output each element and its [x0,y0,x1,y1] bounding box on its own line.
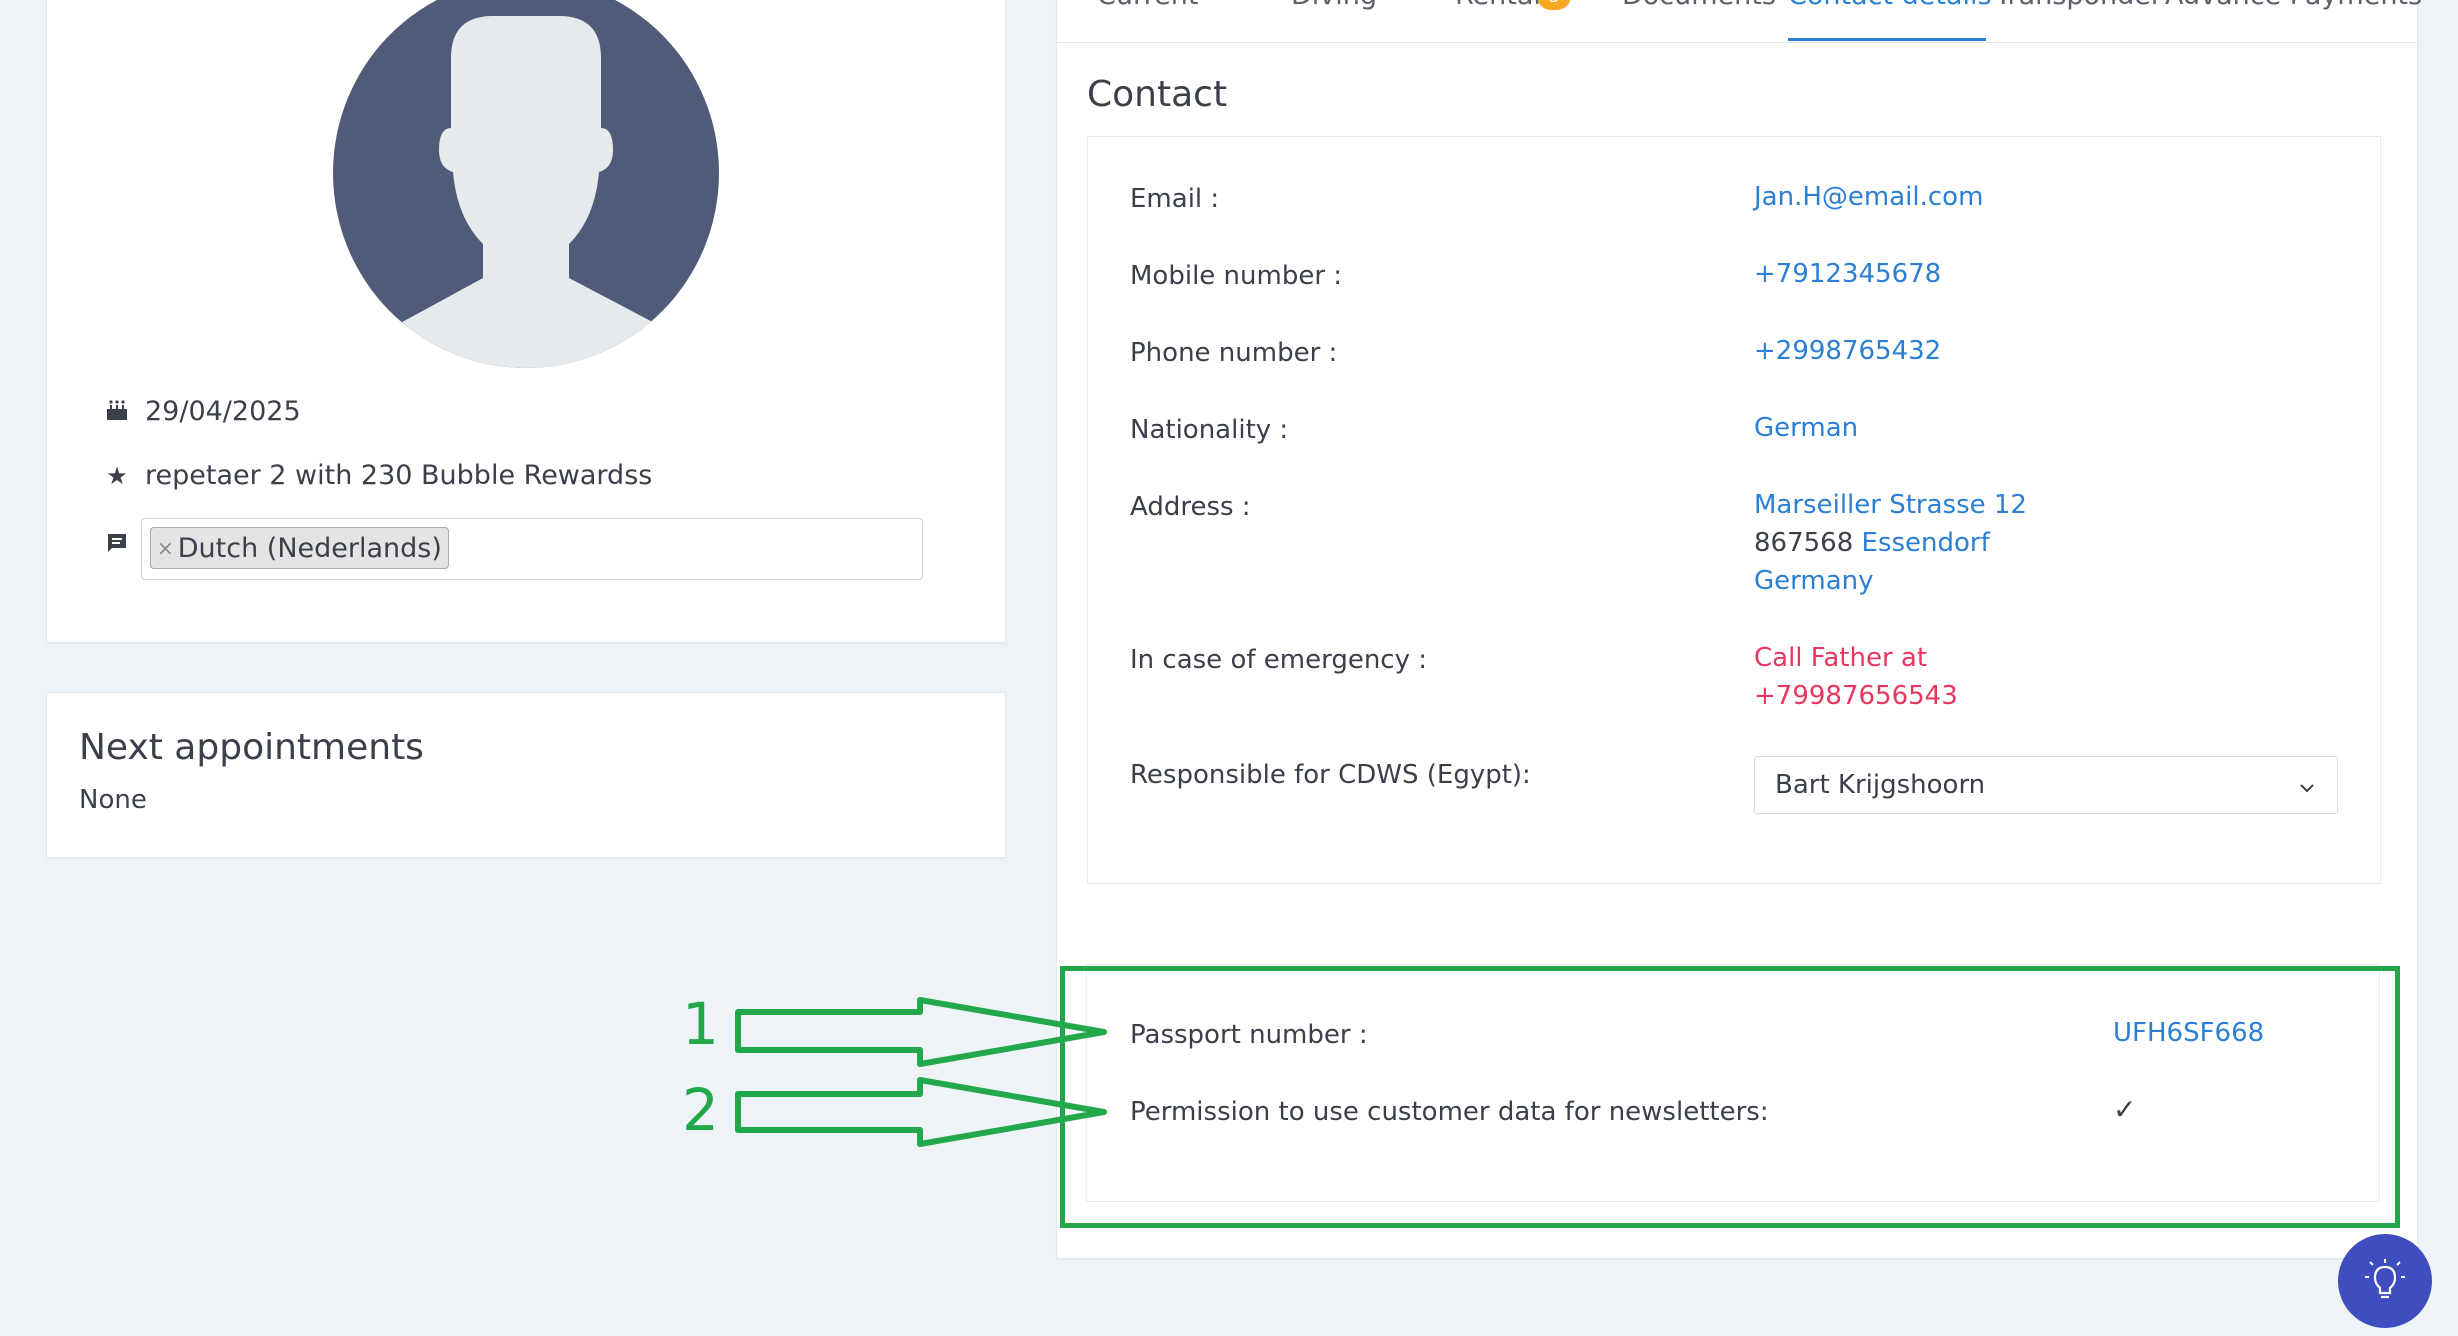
annotation-2: 2 [682,1076,719,1144]
annotation-arrows [735,997,1107,1147]
help-button[interactable] [2338,1234,2432,1328]
annotation-1: 1 [682,990,719,1058]
lightbulb-icon [2365,1259,2405,1299]
